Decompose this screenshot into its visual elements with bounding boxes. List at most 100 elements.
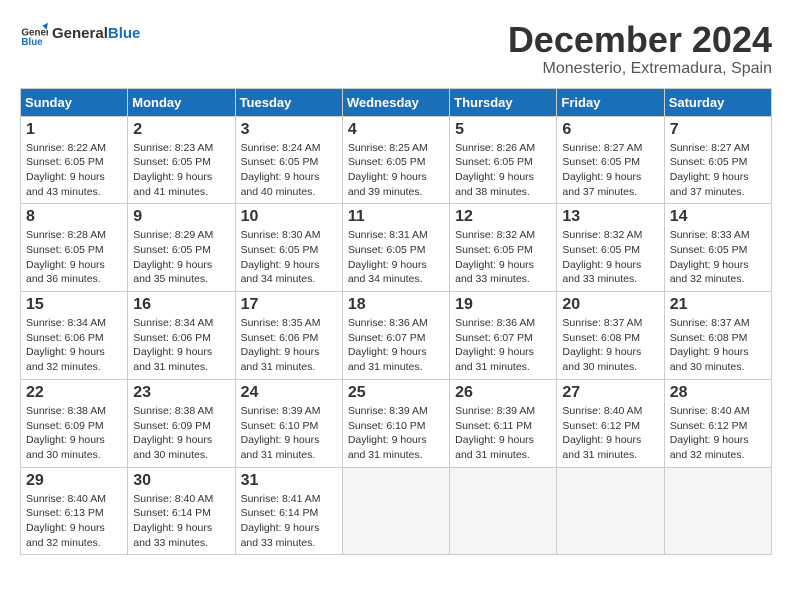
day-number: 19 xyxy=(455,296,551,314)
day-cell-26: 26 Sunrise: 8:39 AM Sunset: 6:11 PM Dayl… xyxy=(450,379,557,467)
sunrise-label: Sunrise: xyxy=(670,142,711,154)
day-cell-11: 11 Sunrise: 8:31 AM Sunset: 6:05 PM Dayl… xyxy=(342,204,449,292)
title-block: December 2024 Monesterio, Extremadura, S… xyxy=(508,20,772,78)
sunset-label: Sunset: xyxy=(348,332,387,344)
daylight-label: Daylight: 9 hours and 36 minutes. xyxy=(26,259,105,286)
sunrise-label: Sunrise: xyxy=(133,405,174,417)
sunset-label: Sunset: xyxy=(562,244,601,256)
sunset-value: 6:05 PM xyxy=(386,244,425,256)
sunrise-value: 8:33 AM xyxy=(711,229,750,241)
day-info: Sunrise: 8:40 AM Sunset: 6:13 PM Dayligh… xyxy=(26,492,122,551)
sunrise-label: Sunrise: xyxy=(670,317,711,329)
sunrise-value: 8:36 AM xyxy=(389,317,428,329)
sunset-label: Sunset: xyxy=(562,156,601,168)
sunset-label: Sunset: xyxy=(348,156,387,168)
daylight-label: Daylight: 9 hours and 30 minutes. xyxy=(562,346,641,373)
sunrise-label: Sunrise: xyxy=(455,229,496,241)
sunset-value: 6:14 PM xyxy=(172,507,211,519)
sunrise-value: 8:26 AM xyxy=(497,142,536,154)
day-info: Sunrise: 8:30 AM Sunset: 6:05 PM Dayligh… xyxy=(241,228,337,287)
daylight-label: Daylight: 9 hours and 41 minutes. xyxy=(133,171,212,198)
day-cell-16: 16 Sunrise: 8:34 AM Sunset: 6:06 PM Dayl… xyxy=(128,292,235,380)
sunset-label: Sunset: xyxy=(562,420,601,432)
day-cell-15: 15 Sunrise: 8:34 AM Sunset: 6:06 PM Dayl… xyxy=(21,292,128,380)
logo-general: General xyxy=(52,25,108,42)
sunrise-label: Sunrise: xyxy=(26,405,67,417)
empty-cell xyxy=(342,467,449,555)
sunrise-label: Sunrise: xyxy=(348,229,389,241)
sunset-value: 6:10 PM xyxy=(386,420,425,432)
day-number: 22 xyxy=(26,384,122,402)
sunrise-value: 8:39 AM xyxy=(497,405,536,417)
sunrise-value: 8:32 AM xyxy=(497,229,536,241)
sunrise-label: Sunrise: xyxy=(348,405,389,417)
sunset-value: 6:06 PM xyxy=(279,332,318,344)
day-info: Sunrise: 8:38 AM Sunset: 6:09 PM Dayligh… xyxy=(133,404,229,463)
sunset-label: Sunset: xyxy=(133,507,172,519)
day-number: 29 xyxy=(26,472,122,490)
day-cell-3: 3 Sunrise: 8:24 AM Sunset: 6:05 PM Dayli… xyxy=(235,116,342,204)
sunset-label: Sunset: xyxy=(455,332,494,344)
day-info: Sunrise: 8:34 AM Sunset: 6:06 PM Dayligh… xyxy=(26,316,122,375)
sunset-value: 6:06 PM xyxy=(65,332,104,344)
sunrise-value: 8:34 AM xyxy=(175,317,214,329)
sunset-value: 6:05 PM xyxy=(65,244,104,256)
day-number: 12 xyxy=(455,208,551,226)
sunset-value: 6:07 PM xyxy=(386,332,425,344)
sunset-value: 6:05 PM xyxy=(601,156,640,168)
sunrise-label: Sunrise: xyxy=(455,317,496,329)
day-cell-1: 1 Sunrise: 8:22 AM Sunset: 6:05 PM Dayli… xyxy=(21,116,128,204)
daylight-label: Daylight: 9 hours and 32 minutes. xyxy=(26,346,105,373)
sunrise-value: 8:30 AM xyxy=(282,229,321,241)
sunset-value: 6:05 PM xyxy=(279,156,318,168)
day-number: 10 xyxy=(241,208,337,226)
sunrise-value: 8:36 AM xyxy=(497,317,536,329)
day-number: 21 xyxy=(670,296,766,314)
sunset-value: 6:09 PM xyxy=(172,420,211,432)
day-info: Sunrise: 8:32 AM Sunset: 6:05 PM Dayligh… xyxy=(562,228,658,287)
day-number: 13 xyxy=(562,208,658,226)
day-info: Sunrise: 8:38 AM Sunset: 6:09 PM Dayligh… xyxy=(26,404,122,463)
sunrise-label: Sunrise: xyxy=(241,405,282,417)
day-cell-25: 25 Sunrise: 8:39 AM Sunset: 6:10 PM Dayl… xyxy=(342,379,449,467)
sunrise-value: 8:31 AM xyxy=(389,229,428,241)
day-info: Sunrise: 8:34 AM Sunset: 6:06 PM Dayligh… xyxy=(133,316,229,375)
sunset-label: Sunset: xyxy=(26,156,65,168)
daylight-label: Daylight: 9 hours and 33 minutes. xyxy=(455,259,534,286)
day-number: 17 xyxy=(241,296,337,314)
svg-text:Blue: Blue xyxy=(21,37,43,48)
sunset-label: Sunset: xyxy=(348,420,387,432)
daylight-label: Daylight: 9 hours and 30 minutes. xyxy=(670,346,749,373)
daylight-label: Daylight: 9 hours and 34 minutes. xyxy=(348,259,427,286)
day-number: 18 xyxy=(348,296,444,314)
day-cell-12: 12 Sunrise: 8:32 AM Sunset: 6:05 PM Dayl… xyxy=(450,204,557,292)
daylight-label: Daylight: 9 hours and 30 minutes. xyxy=(133,434,212,461)
sunset-value: 6:06 PM xyxy=(172,332,211,344)
sunset-label: Sunset: xyxy=(348,244,387,256)
day-number: 5 xyxy=(455,121,551,139)
sunset-label: Sunset: xyxy=(455,420,494,432)
daylight-label: Daylight: 9 hours and 31 minutes. xyxy=(455,346,534,373)
daylight-label: Daylight: 9 hours and 32 minutes. xyxy=(26,522,105,549)
sunrise-value: 8:40 AM xyxy=(175,493,214,505)
calendar-week-row: 22 Sunrise: 8:38 AM Sunset: 6:09 PM Dayl… xyxy=(21,379,772,467)
sunrise-value: 8:34 AM xyxy=(67,317,106,329)
sunrise-value: 8:23 AM xyxy=(175,142,214,154)
location-title: Monesterio, Extremadura, Spain xyxy=(508,60,772,78)
sunrise-label: Sunrise: xyxy=(133,493,174,505)
logo-blue: Blue xyxy=(108,25,141,42)
sunset-value: 6:05 PM xyxy=(494,156,533,168)
day-cell-24: 24 Sunrise: 8:39 AM Sunset: 6:10 PM Dayl… xyxy=(235,379,342,467)
day-cell-10: 10 Sunrise: 8:30 AM Sunset: 6:05 PM Dayl… xyxy=(235,204,342,292)
day-number: 23 xyxy=(133,384,229,402)
sunset-label: Sunset: xyxy=(133,332,172,344)
sunrise-value: 8:40 AM xyxy=(67,493,106,505)
sunset-label: Sunset: xyxy=(455,156,494,168)
sunset-label: Sunset: xyxy=(670,244,709,256)
day-info: Sunrise: 8:32 AM Sunset: 6:05 PM Dayligh… xyxy=(455,228,551,287)
day-info: Sunrise: 8:36 AM Sunset: 6:07 PM Dayligh… xyxy=(348,316,444,375)
sunrise-value: 8:38 AM xyxy=(175,405,214,417)
column-header-saturday: Saturday xyxy=(664,88,771,116)
day-info: Sunrise: 8:23 AM Sunset: 6:05 PM Dayligh… xyxy=(133,141,229,200)
day-cell-30: 30 Sunrise: 8:40 AM Sunset: 6:14 PM Dayl… xyxy=(128,467,235,555)
